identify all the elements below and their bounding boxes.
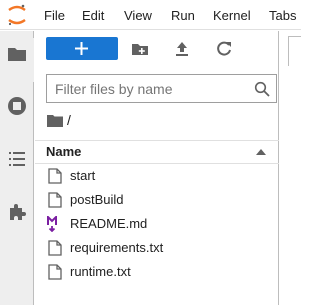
menu-run[interactable]: Run bbox=[171, 8, 195, 24]
search-icon bbox=[254, 81, 270, 97]
table-of-contents-icon[interactable] bbox=[6, 148, 28, 170]
file-icon bbox=[48, 264, 62, 280]
plus-icon bbox=[75, 42, 88, 55]
upload-icon[interactable] bbox=[171, 38, 193, 60]
file-icon bbox=[48, 240, 62, 256]
main-tab[interactable] bbox=[288, 36, 301, 66]
file-row[interactable]: runtime.txt bbox=[35, 260, 279, 284]
new-launcher-button[interactable] bbox=[46, 37, 118, 60]
file-list-header: Name bbox=[35, 140, 279, 164]
file-row[interactable]: requirements.txt bbox=[35, 236, 279, 260]
markdown-icon bbox=[47, 216, 57, 232]
file-name: README.md bbox=[70, 216, 148, 231]
filter-box bbox=[46, 74, 277, 103]
main-area bbox=[280, 31, 301, 305]
sort-ascending-icon[interactable] bbox=[256, 148, 266, 156]
left-activity-bar bbox=[0, 31, 34, 305]
file-name: postBuild bbox=[70, 192, 124, 207]
file-name: requirements.txt bbox=[70, 240, 164, 255]
breadcrumb-root[interactable]: / bbox=[67, 112, 71, 128]
extension-icon[interactable] bbox=[6, 201, 28, 223]
file-row[interactable]: start bbox=[35, 164, 279, 188]
file-browser-panel: / Name start postBuild README.md bbox=[35, 31, 279, 305]
file-row[interactable]: README.md bbox=[35, 212, 279, 236]
refresh-icon[interactable] bbox=[213, 38, 235, 60]
menu-tabs[interactable]: Tabs bbox=[269, 8, 296, 24]
file-icon bbox=[48, 192, 62, 208]
running-icon[interactable] bbox=[6, 95, 28, 117]
menu-bar: File Edit View Run Kernel Tabs bbox=[0, 0, 301, 30]
menu-kernel[interactable]: Kernel bbox=[213, 8, 251, 24]
name-column-header[interactable]: Name bbox=[46, 144, 81, 159]
file-name: runtime.txt bbox=[70, 264, 131, 279]
folder-icon[interactable] bbox=[6, 43, 28, 65]
file-icon bbox=[48, 168, 62, 184]
menu-file[interactable]: File bbox=[44, 8, 65, 24]
file-name: start bbox=[70, 168, 96, 183]
jupyter-logo-icon[interactable] bbox=[6, 3, 28, 27]
filter-input[interactable] bbox=[55, 80, 250, 98]
home-folder-icon[interactable] bbox=[47, 113, 63, 127]
menu-view[interactable]: View bbox=[124, 8, 152, 24]
menu-edit[interactable]: Edit bbox=[82, 8, 104, 24]
new-folder-icon[interactable] bbox=[129, 38, 151, 60]
file-row[interactable]: postBuild bbox=[35, 188, 279, 212]
